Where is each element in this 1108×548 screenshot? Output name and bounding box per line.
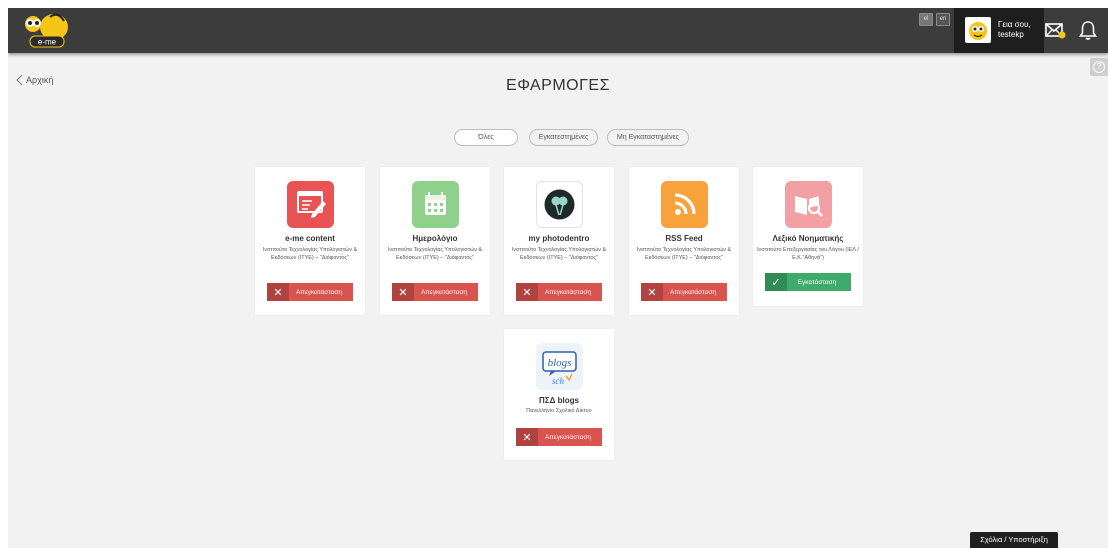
app-name: e-me content bbox=[285, 234, 335, 243]
app-publisher: Πανελλήνιο Σχολικό Δίκτυο bbox=[526, 408, 592, 414]
close-icon: ✕ bbox=[267, 283, 289, 301]
app-card-sign-dictionary: Λεξικό Νοηματικής Ινστιτούτο Επεξεργασία… bbox=[753, 167, 863, 306]
language-el-button[interactable]: el bbox=[919, 13, 933, 26]
page-title: ΕΦΑΡΜΟΓΕΣ bbox=[506, 77, 610, 94]
app-window: e-me el en Γεια σου, testekp ? Αρχική ΕΦ… bbox=[8, 8, 1108, 548]
button-label: Απεγκατάσταση bbox=[669, 288, 716, 296]
app-card-e-me-content: e-me content Ινστιτούτο Τεχνολογίας Υπολ… bbox=[255, 167, 365, 315]
app-publisher: Ινστιτούτο Τεχνολογίας Υπολογιστών & Εκδ… bbox=[262, 247, 358, 261]
uninstall-button[interactable]: ✕ Απεγκατάσταση bbox=[641, 283, 727, 301]
button-label: Απεγκατάσταση bbox=[544, 288, 591, 296]
help-icon[interactable]: ? bbox=[1090, 58, 1108, 76]
app-name: RSS Feed bbox=[665, 234, 703, 243]
user-menu[interactable]: Γεια σου, testekp bbox=[954, 8, 1044, 53]
language-en-button[interactable]: en bbox=[936, 13, 950, 26]
app-name: my photodentro bbox=[528, 234, 590, 243]
bell-icon[interactable] bbox=[1078, 19, 1098, 41]
filter-all[interactable]: Όλες bbox=[454, 129, 518, 146]
uninstall-button[interactable]: ✕ Απεγκατάσταση bbox=[392, 283, 478, 301]
app-card-my-photodentro: my photodentro Ινστιτούτο Τεχνολογίας Υπ… bbox=[504, 167, 614, 315]
app-card-calendar: Ημερολόγιο Ινστιτούτο Τεχνολογίας Υπολογ… bbox=[380, 167, 490, 315]
app-card-psd-blogs: blogs sch ΠΣΔ blogs Πανελλήνιο Σχολικό Δ… bbox=[504, 329, 614, 460]
greeting-text: Γεια σου, bbox=[998, 20, 1031, 29]
content-edit-icon bbox=[287, 181, 334, 228]
photodentro-icon bbox=[536, 181, 583, 228]
app-card-rss-feed: RSS Feed Ινστιτούτο Τεχνολογίας Υπολογισ… bbox=[629, 167, 739, 315]
user-greeting: Γεια σου, testekp bbox=[998, 20, 1042, 40]
button-label: Απεγκατάσταση bbox=[544, 433, 591, 441]
rss-icon bbox=[661, 181, 708, 228]
username-text: testekp bbox=[998, 30, 1024, 39]
app-name: Ημερολόγιο bbox=[412, 234, 458, 243]
uninstall-button[interactable]: ✕ Απεγκατάσταση bbox=[516, 428, 602, 446]
button-label: Εγκατάσταση bbox=[797, 278, 837, 286]
app-publisher: Ινστιτούτο Τεχνολογίας Υπολογιστών & Εκδ… bbox=[511, 247, 607, 261]
sch-icon-text: sch bbox=[552, 376, 564, 386]
close-icon: ✕ bbox=[516, 283, 538, 301]
close-icon: ✕ bbox=[641, 283, 663, 301]
blogs-icon: blogs sch bbox=[536, 343, 583, 390]
filter-not-installed[interactable]: Μη Εγκαταστημένες bbox=[607, 129, 689, 146]
install-button[interactable]: ✓ Εγκατάσταση bbox=[765, 273, 851, 291]
uninstall-button[interactable]: ✕ Απεγκατάσταση bbox=[267, 283, 353, 301]
button-label: Απεγκατάσταση bbox=[420, 288, 467, 296]
dictionary-icon bbox=[785, 181, 832, 228]
calendar-icon bbox=[412, 181, 459, 228]
close-icon: ✕ bbox=[392, 283, 414, 301]
filter-installed[interactable]: Εγκατεστημένες bbox=[529, 129, 598, 146]
close-icon: ✕ bbox=[516, 428, 538, 446]
app-name: ΠΣΔ blogs bbox=[539, 396, 579, 405]
logo-text: e-me bbox=[38, 38, 57, 47]
button-label: Απεγκατάσταση bbox=[295, 288, 342, 296]
app-publisher: Ινστιτούτο Επεξεργασίας του Λόγου (ΙΕΛ /… bbox=[757, 247, 859, 261]
app-publisher: Ινστιτούτο Τεχνολογίας Υπολογιστών & Εκδ… bbox=[636, 247, 732, 261]
app-publisher: Ινστιτούτο Τεχνολογίας Υπολογιστών & Εκδ… bbox=[387, 247, 483, 261]
top-bar: e-me el en Γεια σου, testekp bbox=[8, 8, 1108, 53]
uninstall-button[interactable]: ✕ Απεγκατάσταση bbox=[516, 283, 602, 301]
app-name: Λεξικό Νοηματικής bbox=[772, 234, 844, 243]
e-me-logo[interactable]: e-me bbox=[20, 11, 76, 51]
feedback-button[interactable]: Σχόλια / Υποστήριξη bbox=[970, 532, 1058, 548]
blogs-icon-text: blogs bbox=[548, 357, 572, 369]
mail-icon[interactable] bbox=[1044, 20, 1066, 40]
user-avatar bbox=[965, 17, 991, 43]
check-icon: ✓ bbox=[765, 273, 787, 291]
